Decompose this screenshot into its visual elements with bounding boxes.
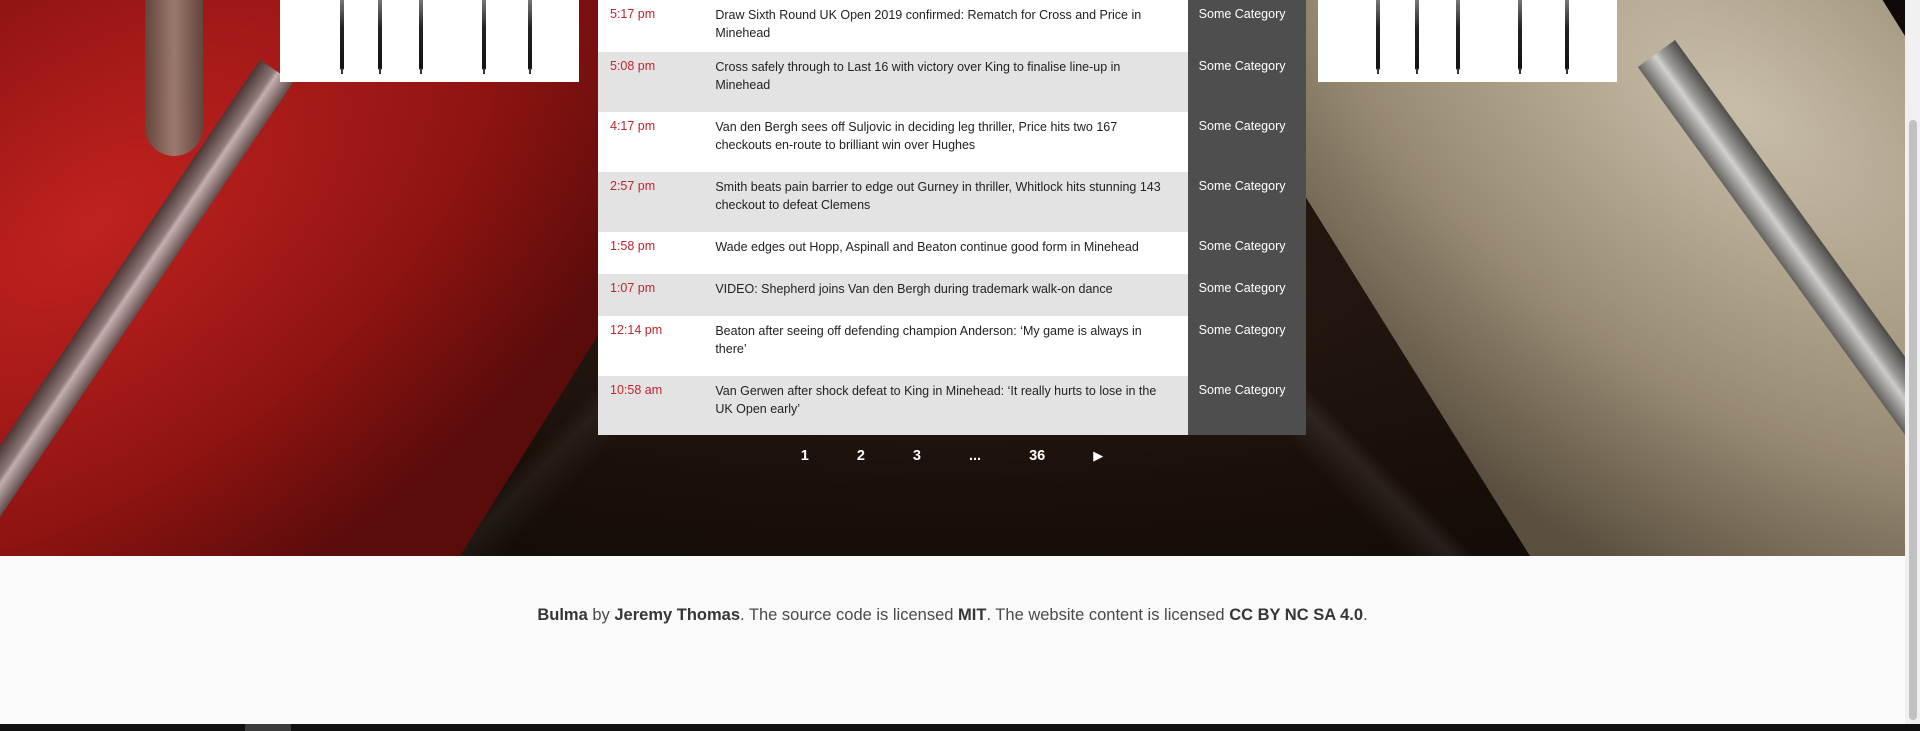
footer-text: Bulma by Jeremy Thomas. The source code …	[0, 606, 1905, 625]
page-link-last[interactable]: 36	[1029, 448, 1045, 464]
news-headline-link[interactable]: Beaton after seeing off defending champi…	[715, 316, 1188, 376]
news-headline-link[interactable]: Smith beats pain barrier to edge out Gur…	[715, 172, 1188, 232]
footer-by: by	[587, 606, 615, 624]
news-category[interactable]: Some Category	[1187, 274, 1306, 316]
dart-icon	[482, 0, 486, 74]
page-link-3[interactable]: 3	[913, 448, 921, 464]
footer-author-link[interactable]: Jeremy Thomas	[614, 606, 740, 624]
news-row[interactable]: 2:57 pm Smith beats pain barrier to edge…	[598, 172, 1306, 232]
news-time: 5:08 pm	[598, 52, 716, 112]
news-time: 5:17 pm	[598, 0, 716, 52]
news-headline-link[interactable]: Van Gerwen after shock defeat to King in…	[715, 376, 1188, 435]
footer-brand-link[interactable]: Bulma	[537, 606, 587, 624]
news-category[interactable]: Some Category	[1187, 232, 1306, 274]
news-time: 4:17 pm	[598, 112, 716, 172]
news-row[interactable]: 5:17 pm Draw Sixth Round UK Open 2019 co…	[598, 0, 1306, 52]
vertical-scrollbar[interactable]	[1905, 0, 1920, 724]
page-link-2[interactable]: 2	[857, 448, 865, 464]
news-row[interactable]: 5:08 pm Cross safely through to Last 16 …	[598, 52, 1306, 112]
dart-icon	[419, 0, 423, 74]
news-time: 10:58 am	[598, 376, 716, 435]
page-ellipsis: ...	[969, 448, 982, 464]
dart-icon	[378, 0, 382, 74]
news-headline-link[interactable]: Draw Sixth Round UK Open 2019 confirmed:…	[715, 0, 1188, 52]
scrollbar-thumb[interactable]	[1909, 120, 1917, 720]
dart-icon	[1376, 0, 1380, 74]
footer-license-code-link[interactable]: MIT	[958, 606, 986, 624]
news-category[interactable]: Some Category	[1187, 316, 1306, 376]
pagination: 1 2 3 ... 36 ▶	[598, 436, 1306, 476]
taskbar-item[interactable]	[245, 724, 291, 731]
news-row[interactable]: 1:58 pm Wade edges out Hopp, Aspinall an…	[598, 232, 1306, 274]
news-category[interactable]: Some Category	[1187, 0, 1306, 52]
dart-icon	[1518, 0, 1522, 74]
footer-license-content-link[interactable]: CC BY NC SA 4.0	[1229, 606, 1363, 624]
news-time: 2:57 pm	[598, 172, 716, 232]
news-table: 5:17 pm Draw Sixth Round UK Open 2019 co…	[598, 0, 1306, 435]
news-row[interactable]: 1:07 pm VIDEO: Shepherd joins Van den Be…	[598, 274, 1306, 316]
news-headline-link[interactable]: Cross safely through to Last 16 with vic…	[715, 52, 1188, 112]
ad-banner-left[interactable]	[280, 0, 579, 82]
news-headline-link[interactable]: Van den Bergh sees off Suljovic in decid…	[715, 112, 1188, 172]
ad-banner-right[interactable]	[1318, 0, 1617, 82]
dart-icon	[1415, 0, 1419, 74]
news-time: 1:58 pm	[598, 232, 716, 274]
dart-icon	[1456, 0, 1460, 74]
hero-background: 5:17 pm Draw Sixth Round UK Open 2019 co…	[0, 0, 1905, 556]
news-row[interactable]: 4:17 pm Van den Bergh sees off Suljovic …	[598, 112, 1306, 172]
footer: Bulma by Jeremy Thomas. The source code …	[0, 556, 1905, 724]
footer-text-2: . The website content is licensed	[986, 606, 1230, 624]
news-category[interactable]: Some Category	[1187, 112, 1306, 172]
background-handle	[145, 0, 203, 156]
page-link-1[interactable]: 1	[801, 448, 809, 464]
footer-text-3: .	[1363, 606, 1368, 624]
dart-icon	[340, 0, 344, 74]
news-headline-link[interactable]: Wade edges out Hopp, Aspinall and Beaton…	[715, 232, 1188, 274]
news-time: 12:14 pm	[598, 316, 716, 376]
dart-icon	[528, 0, 532, 74]
news-row[interactable]: 10:58 am Van Gerwen after shock defeat t…	[598, 376, 1306, 435]
footer-text-1: . The source code is licensed	[740, 606, 959, 624]
taskbar	[0, 724, 1920, 731]
news-headline-link[interactable]: VIDEO: Shepherd joins Van den Bergh duri…	[715, 274, 1188, 316]
news-category[interactable]: Some Category	[1187, 52, 1306, 112]
dart-icon	[1565, 0, 1569, 74]
news-list: 5:17 pm Draw Sixth Round UK Open 2019 co…	[598, 0, 1306, 435]
news-time: 1:07 pm	[598, 274, 716, 316]
next-arrow-icon[interactable]: ▶	[1093, 448, 1103, 464]
news-category[interactable]: Some Category	[1187, 172, 1306, 232]
news-row[interactable]: 12:14 pm Beaton after seeing off defendi…	[598, 316, 1306, 376]
news-category[interactable]: Some Category	[1187, 376, 1306, 435]
